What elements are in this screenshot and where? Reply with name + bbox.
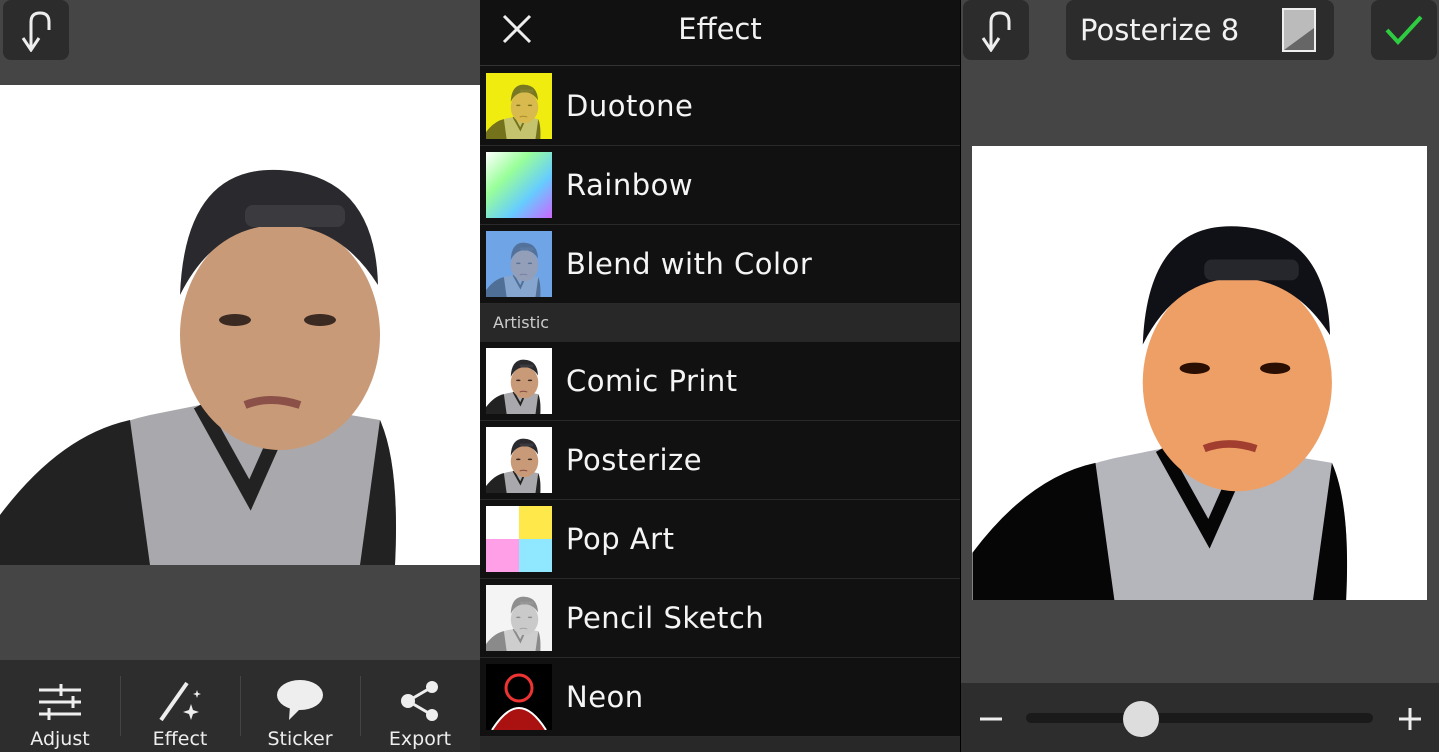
editor-panel: Adjust Effect Sticker Export <box>0 0 480 752</box>
checkmark-icon <box>1385 15 1423 45</box>
effect-item-duotone[interactable]: Duotone <box>480 67 960 146</box>
effect-label: Duotone <box>566 89 694 123</box>
effect-header: Effect <box>480 0 960 66</box>
effect-label: Pop Art <box>566 522 675 556</box>
undo-icon <box>981 11 1011 52</box>
bottom-toolbar: Adjust Effect Sticker Export <box>0 660 480 752</box>
effect-name: Posterize 8 <box>1080 13 1240 47</box>
effect-item-pop-art[interactable]: Pop Art <box>480 500 960 579</box>
undo-icon <box>21 11 51 52</box>
duotone-thumbnail <box>486 73 552 139</box>
compare-icon[interactable] <box>1282 8 1316 52</box>
effect-label: Pencil Sketch <box>566 601 765 635</box>
effect-item-neon[interactable]: Neon <box>480 658 960 737</box>
effect-label: Posterize <box>566 443 703 477</box>
effect-item-rainbow[interactable]: Rainbow <box>480 146 960 225</box>
plus-icon[interactable] <box>1398 707 1422 731</box>
slider-knob[interactable] <box>1122 701 1159 737</box>
tool-label: Export <box>388 728 452 750</box>
comic-thumbnail <box>486 348 552 414</box>
apply-button[interactable] <box>1371 0 1437 60</box>
effect-list-panel: Effect Duotone Rainbow Blend with Color … <box>480 0 960 752</box>
effect-name-box[interactable]: Posterize 8 <box>1066 0 1334 60</box>
tool-adjust[interactable]: Adjust <box>0 660 120 752</box>
section-header-next <box>480 737 960 752</box>
effect-item-pencil-sketch[interactable]: Pencil Sketch <box>480 579 960 658</box>
share-icon <box>401 681 438 721</box>
neon-thumbnail <box>486 664 552 730</box>
posterized-photo <box>972 146 1427 600</box>
posterize-thumbnail <box>486 427 552 493</box>
magic-wand-icon <box>159 681 201 722</box>
effect-label: Rainbow <box>566 168 694 202</box>
effect-label: Blend with Color <box>566 247 813 281</box>
tool-sticker[interactable]: Sticker <box>240 660 360 752</box>
effect-settings-panel: Posterize 8 <box>961 0 1439 752</box>
tool-label: Sticker <box>267 728 333 750</box>
preview-canvas[interactable] <box>972 146 1427 600</box>
rainbow-thumbnail <box>486 152 552 218</box>
sketch-thumbnail <box>486 585 552 651</box>
slider-bar <box>961 683 1439 752</box>
blend-thumbnail <box>486 231 552 297</box>
slider-track[interactable] <box>1026 713 1373 723</box>
undo-button[interactable] <box>3 0 69 60</box>
tool-export[interactable]: Export <box>360 660 480 752</box>
photo-image <box>0 85 480 565</box>
effect-label: Comic Print <box>566 364 738 398</box>
pop-art-thumbnail <box>486 506 552 572</box>
sliders-icon <box>39 684 81 720</box>
effect-title: Effect <box>678 12 762 46</box>
tool-label: Adjust <box>30 728 90 750</box>
undo-button[interactable] <box>963 0 1029 60</box>
tool-label: Effect <box>152 728 208 750</box>
effect-item-posterize[interactable]: Posterize <box>480 421 960 500</box>
effect-item-blend-with-color[interactable]: Blend with Color <box>480 225 960 304</box>
effect-list[interactable]: Duotone Rainbow Blend with Color Artisti… <box>480 67 960 752</box>
minus-icon[interactable] <box>979 707 1003 731</box>
tool-effect[interactable]: Effect <box>120 660 240 752</box>
speech-bubble-icon <box>277 680 323 720</box>
top-bar <box>0 0 480 85</box>
section-header-artistic: Artistic <box>480 304 960 342</box>
photo-canvas[interactable] <box>0 85 480 565</box>
effect-item-comic-print[interactable]: Comic Print <box>480 342 960 421</box>
effect-label: Neon <box>566 680 644 714</box>
